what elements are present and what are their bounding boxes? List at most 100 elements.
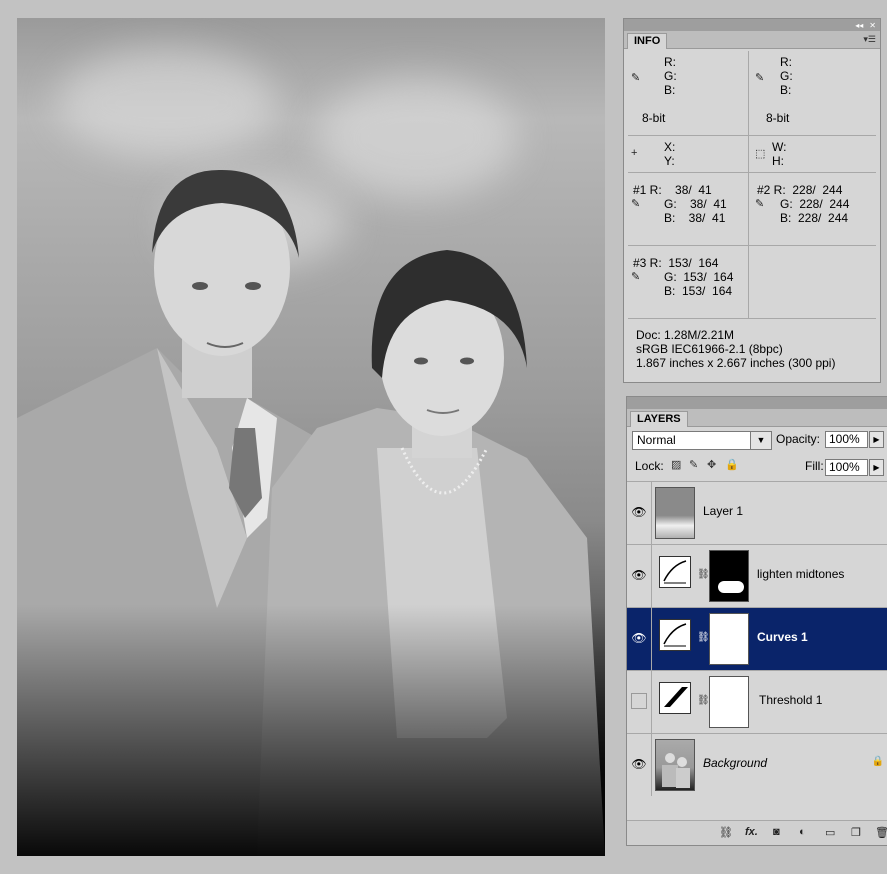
color-sampler-3: ✎ #3 R: 153/ 164 G: 153/ 164 B: 153/ 164	[628, 246, 749, 318]
divider	[651, 608, 652, 670]
y-label: Y:	[664, 154, 675, 168]
sampler1-green: G: 38/ 41	[664, 197, 727, 211]
blue-label: B:	[780, 83, 792, 97]
divider	[651, 671, 652, 733]
layer-thumbnail[interactable]	[655, 739, 695, 791]
eye-icon[interactable]: 👁	[631, 567, 647, 583]
layer-name[interactable]: Curves 1	[757, 630, 808, 644]
fx-icon[interactable]: fx.	[745, 826, 758, 838]
lock-label: Lock:	[635, 459, 664, 473]
eye-icon[interactable]: 👁	[631, 756, 647, 772]
chain-link-icon[interactable]: ⛓	[697, 632, 710, 643]
fill-input[interactable]: 100%	[825, 459, 868, 476]
layer-row-background[interactable]: 👁 Background 🔒	[627, 733, 887, 796]
info-tabbar: INFO ▾☰	[624, 31, 880, 49]
bit-depth-label: 8-bit	[642, 111, 666, 125]
doc-size: Doc: 1.28M/2.21M	[636, 328, 735, 342]
blend-mode-select[interactable]: Normal ▼	[632, 431, 772, 450]
adjustment-layer-icon[interactable]: ◐	[799, 826, 806, 838]
tab-layers[interactable]: LAYERS	[630, 411, 688, 427]
trash-icon[interactable]: 🗑	[875, 826, 887, 839]
color-profile: sRGB IEC61966-2.1 (8bpc)	[636, 342, 783, 356]
panel-title-strip	[627, 397, 887, 409]
add-mask-icon[interactable]: ◙	[773, 826, 780, 838]
green-label: G:	[664, 69, 677, 83]
color-sampler-1: ✎ #1 R: 38/ 41 G: 38/ 41 B: 38/ 41	[628, 173, 749, 245]
fill-slider-arrow-icon[interactable]: ▶	[869, 459, 884, 476]
layers-tabbar: LAYERS	[627, 409, 887, 427]
layer-thumbnail[interactable]	[655, 487, 695, 539]
layer-name[interactable]: lighten midtones	[757, 567, 844, 581]
chain-link-icon[interactable]: ⛓	[697, 695, 710, 706]
info-panel: ◂◂ ✕ INFO ▾☰ ✎ R: G: B: 8-bit ✎ R: G: B:…	[623, 18, 881, 383]
x-label: X:	[664, 140, 676, 154]
eyedropper-icon: ✎	[631, 72, 641, 84]
close-panel-icon[interactable]: ✕	[869, 21, 876, 30]
sampler1-red: #1 R: 38/ 41	[633, 183, 712, 197]
layer-mask-thumbnail[interactable]	[709, 676, 749, 728]
blue-label: B:	[664, 83, 676, 97]
sampler3-green: G: 153/ 164	[664, 270, 734, 284]
lock-position-icon[interactable]: ✥	[707, 458, 716, 471]
color-readout-left: ✎ R: G: B: 8-bit	[628, 51, 749, 135]
eyedropper-icon: ✎	[755, 198, 765, 210]
layer-mask-thumbnail[interactable]	[709, 613, 749, 665]
opacity-slider-arrow-icon[interactable]: ▶	[869, 431, 884, 448]
red-label: R:	[664, 55, 676, 69]
curves-adjustment-icon[interactable]	[659, 619, 691, 651]
position-size-row: + X: Y: ⬚ W: H:	[628, 136, 876, 173]
layer-name[interactable]: Threshold 1	[759, 693, 822, 707]
layer-row-threshold-1[interactable]: ⛓ Threshold 1	[627, 670, 887, 733]
sampler2-red: #2 R: 228/ 244	[757, 183, 843, 197]
tab-info[interactable]: INFO	[627, 33, 668, 49]
sampler2-blue: B: 228/ 244	[780, 211, 849, 225]
position-readout: + X: Y:	[628, 136, 749, 172]
layer-name[interactable]: Layer 1	[703, 504, 743, 518]
empty-sampler-slot	[752, 246, 876, 318]
lock-transparency-icon[interactable]: ▨	[671, 458, 681, 471]
visibility-toggle-off[interactable]	[631, 693, 647, 709]
red-label: R:	[780, 55, 792, 69]
sampler3-red: #3 R: 153/ 164	[633, 256, 719, 270]
vintage-portrait-photo	[17, 18, 605, 856]
layer-row-curves-1[interactable]: 👁 ⛓ Curves 1	[627, 607, 887, 670]
new-layer-icon[interactable]: ❐	[851, 826, 861, 839]
color-sampler-2: ✎ #2 R: 228/ 244 G: 228/ 244 B: 228/ 244	[752, 173, 876, 245]
bit-depth-label: 8-bit	[766, 111, 790, 125]
layers-panel: LAYERS Normal ▼ Opacity: 100% ▶ Lock: ▨ …	[626, 396, 887, 846]
divider	[651, 734, 652, 796]
selection-size-icon: ⬚	[755, 148, 766, 160]
curves-adjustment-icon[interactable]	[659, 556, 691, 588]
layer-row-lighten-midtones[interactable]: 👁 ⛓ lighten midtones	[627, 544, 887, 607]
sampler1-blue: B: 38/ 41	[664, 211, 726, 225]
layer-mask-thumbnail[interactable]	[709, 550, 749, 602]
lock-pixels-icon[interactable]: ✎	[689, 458, 698, 471]
folder-icon[interactable]: ▭	[825, 826, 835, 839]
eye-icon[interactable]: 👁	[631, 504, 647, 520]
panel-title-strip: ◂◂ ✕	[624, 19, 880, 31]
eye-icon[interactable]: 👁	[631, 630, 647, 646]
lock-icon: 🔒	[871, 756, 884, 767]
size-readout: ⬚ W: H:	[752, 136, 876, 172]
mask-shape	[718, 581, 744, 593]
threshold-adjustment-icon[interactable]	[659, 682, 691, 714]
lock-all-icon[interactable]: 🔒	[725, 458, 739, 471]
document-canvas[interactable]	[17, 18, 605, 856]
w-label: W:	[772, 140, 787, 154]
chain-link-icon[interactable]: ⛓	[719, 826, 733, 839]
color-readout-row: ✎ R: G: B: 8-bit ✎ R: G: B: 8-bit	[628, 51, 876, 136]
layer-row-layer-1[interactable]: 👁 Layer 1	[627, 481, 887, 544]
opacity-input[interactable]: 100%	[825, 431, 868, 448]
chevron-down-icon[interactable]: ▼	[750, 432, 771, 449]
sampler2-green: G: 228/ 244	[780, 197, 850, 211]
eyedropper-icon: ✎	[755, 72, 765, 84]
eyedropper-icon: ✎	[631, 271, 641, 283]
layer-name[interactable]: Background	[703, 756, 767, 770]
collapse-icon[interactable]: ◂◂	[855, 21, 863, 30]
eyedropper-icon: ✎	[631, 198, 641, 210]
opacity-label: Opacity:	[776, 432, 821, 446]
chain-link-icon[interactable]: ⛓	[697, 569, 710, 580]
divider	[651, 545, 652, 607]
panel-menu-icon[interactable]: ▾☰	[863, 34, 876, 45]
layers-footer: ⛓ fx. ◙ ◐ ▭ ❐ 🗑	[627, 820, 887, 845]
